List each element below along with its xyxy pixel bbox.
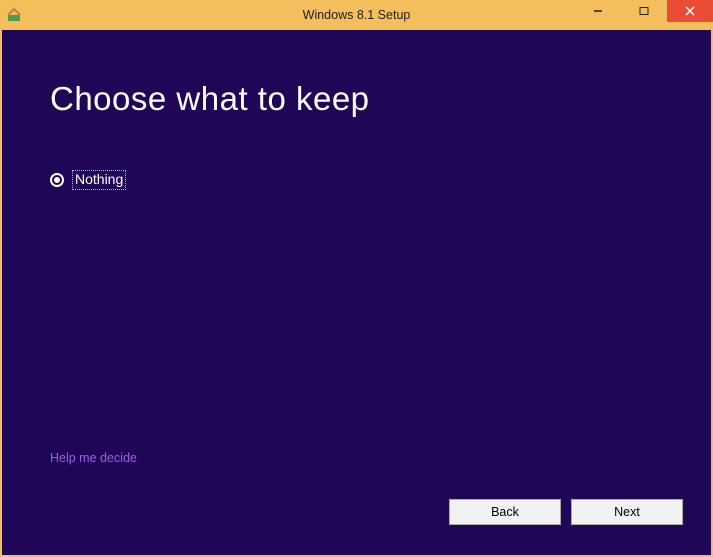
radio-focus-rect: Nothing bbox=[72, 170, 126, 190]
next-button[interactable]: Next bbox=[571, 499, 683, 525]
minimize-button[interactable] bbox=[575, 0, 621, 22]
maximize-button[interactable] bbox=[621, 0, 667, 22]
back-button[interactable]: Back bbox=[449, 499, 561, 525]
radio-icon bbox=[50, 173, 64, 187]
nav-buttons: Back Next bbox=[449, 499, 683, 525]
help-me-decide-link[interactable]: Help me decide bbox=[50, 451, 137, 465]
window-title: Windows 8.1 Setup bbox=[303, 8, 411, 22]
content-area: Choose what to keep Nothing Help me deci… bbox=[0, 30, 713, 557]
page-heading: Choose what to keep bbox=[50, 80, 370, 118]
options-group: Nothing bbox=[50, 170, 126, 190]
titlebar: Windows 8.1 Setup bbox=[0, 0, 713, 30]
window-controls bbox=[575, 0, 713, 22]
radio-option-nothing[interactable]: Nothing bbox=[50, 170, 126, 190]
radio-label: Nothing bbox=[75, 171, 123, 187]
app-icon bbox=[6, 7, 22, 23]
close-button[interactable] bbox=[667, 0, 713, 22]
